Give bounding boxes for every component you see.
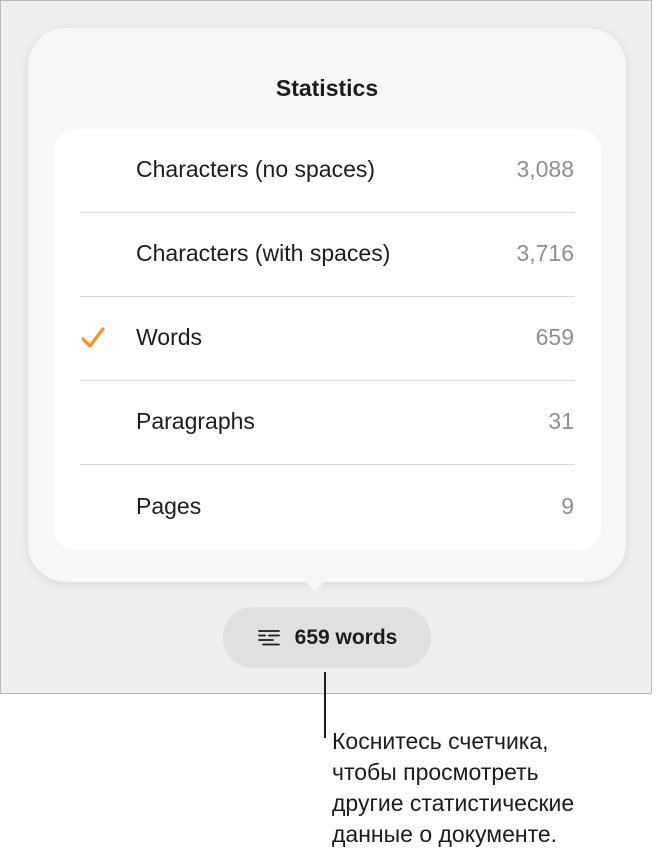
stat-value: 659 [535,324,574,350]
callout-line-2: чтобы просмотреть [332,759,539,785]
popover-title: Statistics [275,75,379,101]
stat-value: 3,716 [516,240,574,266]
word-count-button[interactable]: 659 words [223,607,431,668]
popover-arrow [303,579,327,591]
row-divider [80,464,575,465]
stat-row-pages[interactable]: Pages 9 [54,466,601,550]
callout-line-1: Коснитесь счетчика, [332,728,549,754]
stat-label: Words [136,324,203,350]
stat-row-paragraphs[interactable]: Paragraphs 31 [54,381,601,465]
callout-text: Коснитесь счетчика, чтобы просмотреть др… [332,726,662,850]
stat-row-characters-no-spaces[interactable]: Characters (no spaces) 3,088 [54,129,601,213]
stat-value: 9 [561,493,574,519]
app-screen: Statistics Characters (no spaces) 3,088 … [0,0,652,694]
stat-label: Pages [136,493,202,519]
stat-value: 3,088 [516,156,574,182]
word-count-label: 659 words [294,625,398,649]
statistics-popover: Statistics Characters (no spaces) 3,088 … [28,28,626,582]
callout-line-4: данные о документе. [332,821,558,847]
callout-line-3: другие статистические [332,790,575,816]
stat-label: Paragraphs [136,408,255,434]
statistics-list: Characters (no spaces) 3,088 Characters … [54,129,601,550]
text-lines-icon [257,629,280,645]
checkmark-icon [81,327,105,348]
stat-value: 31 [548,408,574,434]
stat-label: Characters (no spaces) [136,156,376,182]
stat-label: Characters (with spaces) [136,240,391,266]
stat-row-words[interactable]: Words 659 [54,297,601,381]
callout-line [324,672,326,738]
stat-row-characters-with-spaces[interactable]: Characters (with spaces) 3,716 [54,213,601,297]
